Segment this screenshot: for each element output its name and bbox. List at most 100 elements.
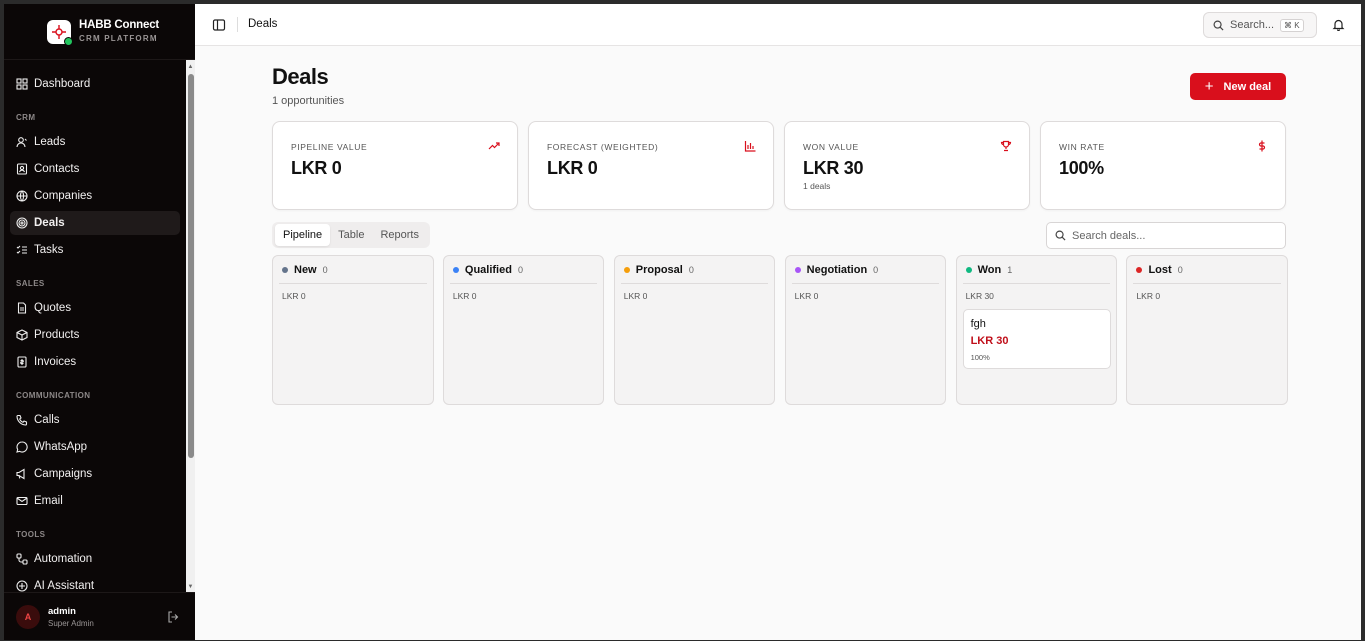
trending-up-icon <box>488 142 500 150</box>
dashboard-icon <box>16 78 28 90</box>
view-tabs: Pipeline Table Reports <box>272 222 430 248</box>
sidebar-item-companies[interactable]: Companies <box>10 184 180 208</box>
deal-card[interactable]: fgh LKR 30 100% <box>962 309 1111 369</box>
scroll-down-arrow-icon[interactable]: ▼ <box>186 582 195 592</box>
sidebar-item-tasks[interactable]: Tasks <box>10 238 180 262</box>
stage-color-dot <box>794 266 801 273</box>
sidebar-item-automation[interactable]: Automation <box>10 547 180 571</box>
tab-reports[interactable]: Reports <box>372 224 427 246</box>
document-icon <box>17 302 27 314</box>
nav-section-sales: SALES <box>16 279 45 288</box>
stat-label: PIPELINE VALUE <box>291 142 368 152</box>
stat-label: WON VALUE <box>803 142 859 152</box>
breadcrumb: Deals <box>248 18 278 30</box>
stats-row: PIPELINE VALUE LKR 0 FORECAST (WEIGHTED)… <box>272 121 1286 210</box>
deal-value: LKR 30 <box>970 335 1009 347</box>
sidebar-item-calls[interactable]: Calls <box>10 408 180 432</box>
main-content: Deals Search... ⌘ K Deals 1 opportunitie… <box>195 4 1361 640</box>
sidebar-item-label: Products <box>34 329 80 341</box>
column-total: LKR 0 <box>282 291 306 301</box>
logout-icon[interactable] <box>167 611 179 623</box>
column-header: Lost 0 <box>1133 256 1281 284</box>
stat-value: LKR 30 <box>803 158 864 178</box>
trophy-icon <box>1000 140 1012 152</box>
dollar-icon <box>1258 140 1266 152</box>
global-search-button[interactable]: Search... ⌘ K <box>1203 12 1317 38</box>
brand[interactable]: HABB Connect CRM PLATFORM <box>4 4 195 60</box>
stage-color-dot <box>1136 266 1143 273</box>
keyboard-shortcut: ⌘ K <box>1280 18 1304 32</box>
column-count: 0 <box>873 264 879 275</box>
sidebar-item-label: Calls <box>34 414 60 426</box>
workflow-icon <box>16 553 28 565</box>
search-icon <box>1055 230 1066 241</box>
column-total: LKR 0 <box>623 291 648 301</box>
sidebar-item-label: Automation <box>34 553 93 565</box>
stage-color-dot <box>282 266 288 273</box>
tab-table[interactable]: Table <box>330 224 372 246</box>
avatar[interactable]: A <box>16 605 40 629</box>
bell-icon[interactable] <box>1332 18 1345 31</box>
column-header: Qualified 0 <box>449 256 598 284</box>
scroll-up-arrow-icon[interactable]: ▲ <box>186 62 195 72</box>
tab-pipeline[interactable]: Pipeline <box>275 224 331 246</box>
mail-icon <box>16 496 28 506</box>
sidebar-item-quotes[interactable]: Quotes <box>10 296 180 320</box>
stat-label: FORECAST (WEIGHTED) <box>547 142 659 152</box>
sidebar-item-label: AI Assistant <box>34 580 95 592</box>
pipeline-column-proposal[interactable]: Proposal 0 LKR 0 <box>613 255 776 405</box>
column-name: New <box>294 263 317 276</box>
sidebar-item-whatsapp[interactable]: WhatsApp <box>10 435 180 459</box>
sidebar-item-invoices[interactable]: Invoices <box>10 350 180 374</box>
user-icon <box>16 137 27 148</box>
sidebar: HABB Connect CRM PLATFORM Dashboard CRM … <box>4 4 195 640</box>
column-total: LKR 0 <box>1136 291 1161 301</box>
sidebar-item-contacts[interactable]: Contacts <box>10 157 180 181</box>
sidebar-item-leads[interactable]: Leads <box>10 130 180 154</box>
pipeline-column-won[interactable]: Won 1 LKR 30 fgh LKR 30 100% <box>955 255 1118 405</box>
sidebar-toggle-icon[interactable] <box>212 18 226 32</box>
plus-icon: + <box>1204 78 1214 95</box>
topbar: Deals Search... ⌘ K <box>195 4 1361 46</box>
deal-search-input[interactable] <box>1072 229 1272 242</box>
new-deal-button[interactable]: + New deal <box>1190 73 1286 100</box>
sparkle-icon <box>16 580 28 592</box>
pipeline-column-new[interactable]: New 0 LKR 0 <box>272 255 434 405</box>
sidebar-item-label: Dashboard <box>34 78 91 90</box>
sidebar-item-ai-assistant[interactable]: AI Assistant <box>10 574 180 592</box>
brand-title: HABB Connect <box>79 19 160 31</box>
new-deal-label: New deal <box>1223 80 1272 93</box>
sidebar-item-campaigns[interactable]: Campaigns <box>10 462 180 486</box>
sidebar-item-label: Tasks <box>34 244 64 256</box>
contact-card-icon <box>16 163 28 175</box>
pipeline-board: New 0 LKR 0 Qualified 0 LKR 0 Proposal 0 <box>272 255 1288 405</box>
sidebar-item-email[interactable]: Email <box>10 489 180 513</box>
stat-value: LKR 0 <box>547 158 598 178</box>
stat-card-won-value: WON VALUE LKR 30 1 deals <box>784 121 1030 210</box>
column-count: 0 <box>322 264 328 275</box>
stat-value: 100% <box>1059 158 1104 178</box>
column-header: Negotiation 0 <box>791 256 940 284</box>
pipeline-column-lost[interactable]: Lost 0 LKR 0 <box>1126 255 1288 405</box>
megaphone-icon <box>16 468 25 480</box>
user-profile[interactable]: A admin Super Admin <box>4 592 195 640</box>
user-role: Super Admin <box>48 619 94 628</box>
sidebar-item-deals[interactable]: Deals <box>10 211 180 235</box>
column-name: Won <box>977 263 1002 276</box>
stat-card-forecast: FORECAST (WEIGHTED) LKR 0 <box>528 121 774 210</box>
deal-probability: 100% <box>970 353 990 362</box>
online-status-dot <box>64 37 73 46</box>
sidebar-scrollbar[interactable]: ▲ ▼ <box>186 60 195 592</box>
receipt-icon <box>17 356 27 368</box>
pipeline-column-negotiation[interactable]: Negotiation 0 LKR 0 <box>784 255 947 405</box>
sidebar-item-label: Companies <box>34 190 93 202</box>
search-icon <box>1213 20 1224 31</box>
sidebar-item-dashboard[interactable]: Dashboard <box>10 72 180 96</box>
stat-card-win-rate: WIN RATE 100% <box>1040 121 1286 210</box>
checklist-icon <box>16 245 27 254</box>
column-count: 0 <box>688 264 694 275</box>
column-total: LKR 0 <box>452 291 477 301</box>
pipeline-column-qualified[interactable]: Qualified 0 LKR 0 <box>442 255 605 405</box>
sidebar-item-products[interactable]: Products <box>10 323 180 347</box>
scroll-thumb[interactable] <box>187 74 194 458</box>
